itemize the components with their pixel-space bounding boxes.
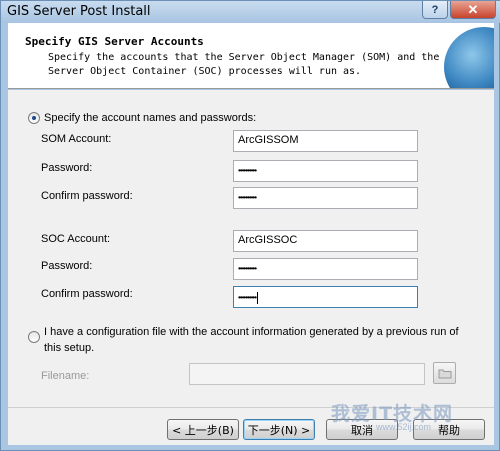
som-confirm-password-input[interactable]: ••••••••••	[233, 187, 418, 209]
page-description: Specify the accounts that the Server Obj…	[48, 52, 440, 77]
specify-accounts-label[interactable]: Specify the account names and passwords:	[44, 112, 256, 124]
dialog-window: GIS Server Post Install ? ✕ Specify GIS …	[0, 0, 500, 451]
folder-icon	[438, 369, 451, 378]
wizard-header: Specify GIS Server Accounts Specify the …	[8, 23, 494, 89]
som-confirm-password-label: Confirm password:	[41, 190, 133, 202]
title-close-button[interactable]: ✕	[450, 1, 496, 19]
globe-icon	[444, 27, 494, 88]
title-help-button[interactable]: ?	[422, 1, 448, 19]
soc-password-input[interactable]: ••••••••••	[233, 258, 418, 280]
config-file-radio[interactable]	[28, 331, 40, 343]
som-account-input[interactable]: ArcGISSOM	[233, 130, 418, 152]
window-title: GIS Server Post Install	[7, 4, 151, 19]
soc-password-label: Password:	[41, 260, 93, 272]
watermark-url: www.52ij.com	[376, 422, 432, 432]
question-icon: ?	[431, 3, 439, 16]
browse-button[interactable]	[433, 362, 456, 384]
title-bar[interactable]: GIS Server Post Install ? ✕	[1, 1, 500, 23]
next-button[interactable]: 下一步(N) >	[243, 419, 315, 440]
close-icon: ✕	[467, 1, 479, 17]
specify-accounts-radio[interactable]	[28, 112, 40, 124]
back-button[interactable]: < 上一步(B)	[167, 419, 239, 440]
text-caret	[257, 292, 259, 304]
filename-label: Filename:	[41, 370, 90, 382]
wizard-body: Specify the account names and passwords:…	[8, 90, 494, 407]
som-password-label: Password:	[41, 162, 93, 174]
soc-account-label: SOC Account:	[41, 233, 111, 245]
som-account-label: SOM Account:	[41, 133, 112, 145]
soc-account-input[interactable]: ArcGISSOC	[233, 230, 418, 252]
soc-confirm-password-label: Confirm password:	[41, 288, 133, 300]
filename-input[interactable]	[189, 363, 425, 385]
soc-confirm-password-value: ••••••••••	[238, 293, 257, 303]
soc-confirm-password-input[interactable]: ••••••••••	[233, 286, 418, 308]
config-file-label[interactable]: I have a configuration file with the acc…	[44, 324, 474, 356]
page-title: Specify GIS Server Accounts	[25, 35, 204, 48]
som-password-input[interactable]: ••••••••••	[233, 160, 418, 182]
